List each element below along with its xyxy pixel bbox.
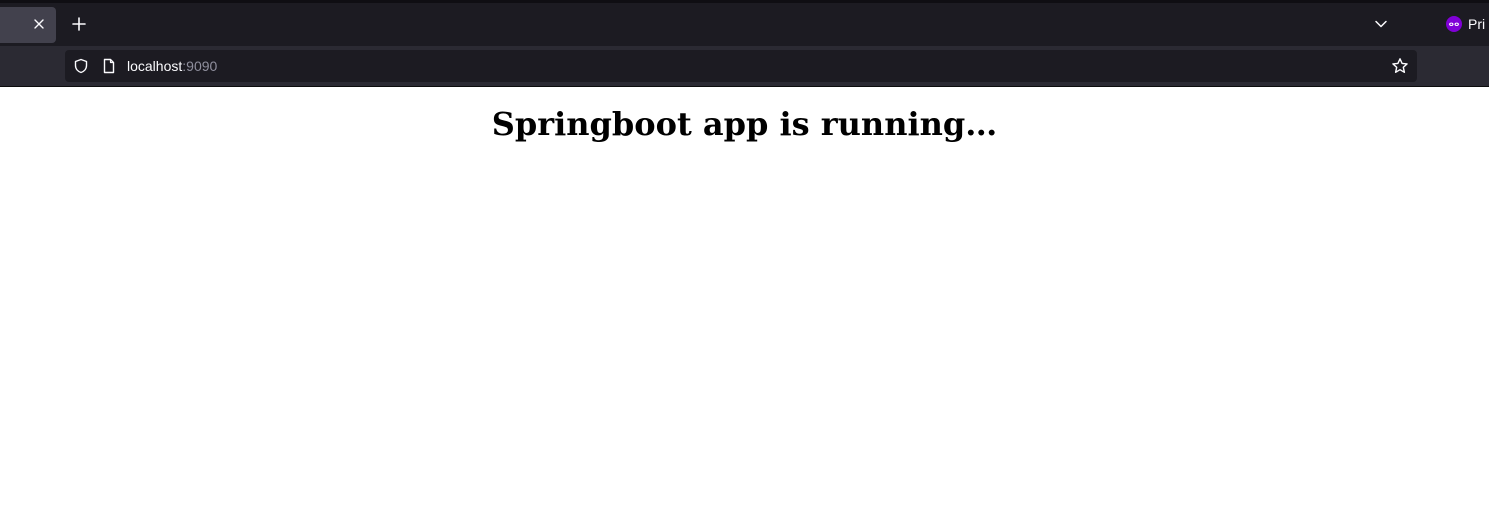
list-all-tabs-button[interactable] [1368, 11, 1394, 37]
plus-icon [72, 17, 86, 31]
address-port: :9090 [182, 58, 218, 74]
private-browsing-indicator: Pri [1446, 14, 1485, 34]
page-content: Springboot app is running… [0, 87, 1489, 519]
active-tab[interactable] [0, 7, 56, 43]
page-heading: Springboot app is running… [491, 105, 998, 143]
new-tab-button[interactable] [66, 11, 92, 37]
shield-icon[interactable] [73, 58, 89, 74]
page-icon[interactable] [101, 58, 117, 74]
browser-chrome: Pri localhost:9090 [0, 0, 1489, 87]
address-bar[interactable]: localhost:9090 [65, 50, 1417, 82]
private-browsing-label: Pri [1468, 16, 1486, 32]
star-icon[interactable] [1391, 57, 1409, 75]
tab-close-button[interactable] [30, 15, 48, 33]
address-text[interactable]: localhost:9090 [127, 50, 217, 82]
navigation-toolbar: localhost:9090 [0, 46, 1489, 86]
chevron-down-icon [1375, 20, 1387, 28]
address-host: localhost [127, 58, 183, 74]
close-icon [34, 19, 44, 29]
tab-bar: Pri [0, 3, 1489, 46]
private-browsing-icon [1446, 16, 1462, 32]
